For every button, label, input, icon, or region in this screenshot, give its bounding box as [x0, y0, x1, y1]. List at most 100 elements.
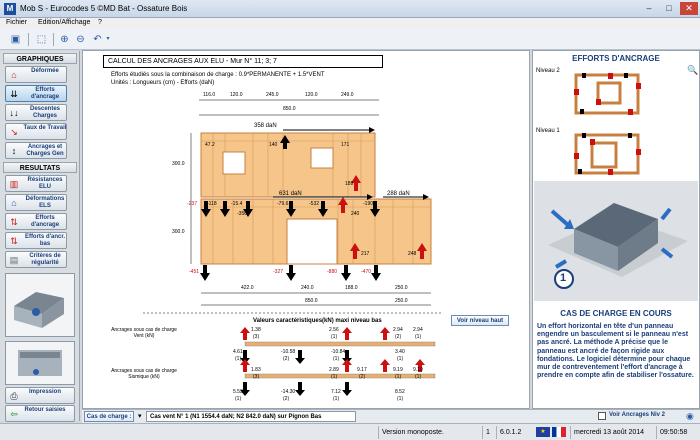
deformee-button[interactable]: ⌂ Déformée: [5, 66, 67, 83]
voir-ancrages-checkbox[interactable]: [598, 412, 606, 420]
seismic-value: 8.52: [395, 389, 405, 395]
criteria-icon: ▤: [9, 255, 19, 265]
anchor-arrows-icon: ↕: [11, 146, 17, 156]
force-value: 47.2: [205, 142, 215, 148]
vent-value: (1): [397, 356, 404, 362]
base-value: -451: [189, 269, 200, 275]
date-status: mercredi 13 août 2014: [570, 426, 652, 439]
cas-description: Un effort horizontal en tête d'un pannea…: [537, 323, 694, 380]
force-value: 140: [269, 142, 278, 148]
vent-value: (2): [395, 334, 402, 340]
efforts-ancrage-title: EFFORTS D'ANCRAGE: [572, 54, 660, 63]
vent-value: -10.84: [331, 349, 346, 355]
bottom-dim: 422.0: [241, 285, 254, 291]
ancrages-charges-button[interactable]: ↕ Ancrages et Charges Gen: [5, 142, 67, 159]
vent-value: -10.58: [281, 349, 296, 355]
vent-value: (1): [333, 356, 340, 362]
anchor-force-low-icon: ⇅: [10, 236, 18, 246]
app-icon: M: [4, 3, 16, 15]
version-status: Version monoposte.: [378, 426, 476, 439]
vent-value: (3): [253, 334, 260, 340]
force-value: -350: [237, 211, 248, 217]
cas-charge-button[interactable]: Cas de charge :: [84, 411, 134, 422]
height-dim: 300.0: [172, 229, 185, 235]
select-zoom-icon[interactable]: ⬚: [34, 32, 49, 47]
load-case-illustration: 1: [534, 181, 698, 301]
vent-value: 2.94: [413, 327, 423, 333]
efforts-ancr-bas-button[interactable]: ⇅ Efforts d'ancr. bas: [5, 232, 67, 249]
dropdown-icon[interactable]: ▾: [138, 411, 144, 422]
force-value: -79.6: [277, 201, 289, 207]
criteres-regularite-button[interactable]: ▤ Critères de régularité: [5, 251, 67, 268]
right-load-label: 288 daN: [387, 191, 410, 197]
efforts-ancrage-graph-button[interactable]: ⇊ Efforts d'ancrage: [5, 85, 67, 102]
save-icon[interactable]: ▣: [8, 32, 23, 47]
force-value: 248: [408, 251, 417, 257]
mid-load-label: 631 daN: [279, 191, 302, 197]
vent-value: 1.38: [251, 327, 261, 333]
seismic-value: (2): [283, 396, 290, 402]
undo-icon[interactable]: ↶: [90, 32, 105, 47]
zoom-icon[interactable]: 🔍: [687, 65, 698, 76]
force-value: 171: [341, 142, 350, 148]
help-icon[interactable]: ◉: [686, 411, 698, 422]
undo-dropdown-icon[interactable]: ▾: [104, 32, 112, 47]
seismic-value: 9.19: [413, 367, 423, 373]
taux-travail-button[interactable]: ↘ Taux de Travail: [5, 123, 67, 140]
building-thumbnail-roof[interactable]: [5, 273, 75, 337]
bottom-total: 850.0: [305, 298, 318, 304]
vent-value: (1): [331, 334, 338, 340]
graphiques-header: GRAPHIQUES: [3, 53, 77, 64]
seismic-value: (1): [331, 374, 338, 380]
menu-fichier[interactable]: Fichier: [6, 19, 27, 26]
minimize-button[interactable]: –: [640, 2, 658, 15]
vent-value: 4.61: [233, 349, 243, 355]
niveau1-label: Niveau 1: [536, 128, 560, 134]
menu-edition[interactable]: Edition/Affichage: [38, 19, 90, 26]
close-button[interactable]: ✕: [680, 2, 698, 15]
vent-value: 2.94: [393, 327, 403, 333]
cas-charge-title: CAS DE CHARGE EN COURS: [560, 309, 672, 318]
seismic-label: Ancrages sous cas de charge Sismique (kN…: [111, 368, 177, 380]
base-value: -880: [327, 269, 338, 275]
toolbar-separator: [53, 33, 54, 46]
window-title: Mob S - Eurocodes 5 ©MD Bat - Ossature B…: [20, 4, 188, 13]
force-value: 240: [351, 211, 360, 217]
upper-load-label: 358 daN: [254, 123, 277, 129]
zoom-in-icon[interactable]: ⊕: [57, 32, 72, 47]
building-thumbnail-wall[interactable]: [5, 341, 75, 385]
resistances-elu-button[interactable]: ▥ Résistances ELU: [5, 175, 67, 192]
load-case-badge: 1: [560, 272, 567, 284]
voir-ancrages-label: Voir Ancrages Niv 2: [609, 412, 666, 418]
seismic-value: (1): [415, 374, 422, 380]
build-status: 6.0.1.2: [496, 426, 532, 439]
deformations-els-button[interactable]: ⌂ Déformations ELS: [5, 194, 67, 211]
seismic-value: (1): [395, 374, 402, 380]
vent-value: 2.56: [329, 327, 339, 333]
resistance-icon: ▥: [9, 179, 19, 189]
plan-niveau1: [574, 133, 641, 175]
sidebar: GRAPHIQUES ⌂ Déformée ⇊ Efforts d'ancrage …: [0, 51, 80, 422]
menu-help[interactable]: ?: [98, 19, 102, 26]
arrows-down-icon: ↓↓: [9, 108, 19, 118]
toolbar: ▣ ⬚ ⊕ ⊖ ↶ ▾: [0, 29, 700, 50]
printer-icon: ⎙: [10, 391, 18, 401]
drawing-area[interactable]: CALCUL DES ANCRAGES AUX ELU - Mur N° 11;…: [82, 50, 530, 409]
cas-charge-select[interactable]: Cas vent N° 1 (N1 1554.4 daN; N2 842.0 d…: [146, 411, 356, 422]
efforts-ancrage-result-button[interactable]: ⇅ Efforts d'ancrage: [5, 213, 67, 230]
voir-niveau-haut-button[interactable]: Voir niveau haut: [451, 315, 509, 326]
case-bar: Cas de charge : ▾ Cas vent N° 1 (N1 1554…: [82, 409, 700, 423]
deformee-icon: ⌂: [11, 70, 17, 80]
eu-flag-icon: ★: [536, 427, 550, 437]
maximize-button[interactable]: □: [660, 2, 678, 15]
force-value: -532: [309, 201, 320, 207]
descentes-charges-button[interactable]: ↓↓ Descentes Charges: [5, 104, 67, 121]
anchor-force-icon: ⇅: [10, 217, 18, 227]
plan-niveau2: [574, 73, 641, 115]
title-bar: M Mob S - Eurocodes 5 ©MD Bat - Ossature…: [0, 0, 700, 18]
force-value: -15.4: [231, 201, 243, 207]
zoom-out-icon[interactable]: ⊖: [73, 32, 88, 47]
seismic-value: 2.89: [329, 367, 339, 373]
impression-button[interactable]: ⎙ Impression: [5, 387, 75, 404]
retour-saisies-button[interactable]: ⇦ Retour saisies: [5, 405, 75, 422]
